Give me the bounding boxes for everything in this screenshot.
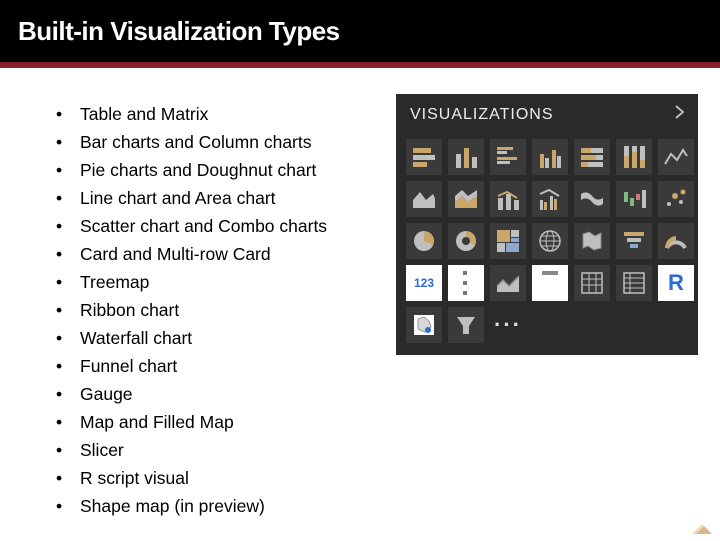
hundred-stacked-bar-icon[interactable] [574, 139, 610, 175]
list-item: Shape map (in preview) [56, 492, 376, 520]
list-item: Bar charts and Column charts [56, 128, 376, 156]
list-item: Treemap [56, 268, 376, 296]
area-chart-icon[interactable] [406, 181, 442, 217]
title-bar: Built-in Visualization Types [0, 0, 720, 62]
viz-panel-title: VISUALIZATIONS [410, 106, 554, 124]
list-item: Gauge [56, 380, 376, 408]
line-chart-icon[interactable] [658, 139, 694, 175]
list-item: Table and Matrix [56, 100, 376, 128]
clustered-column-icon[interactable] [532, 139, 568, 175]
list-item: Scatter chart and Combo charts [56, 212, 376, 240]
list-item: Map and Filled Map [56, 408, 376, 436]
funnel-icon[interactable] [616, 223, 652, 259]
slide-title: Built-in Visualization Types [18, 16, 340, 47]
chevron-right-icon[interactable] [674, 104, 686, 125]
list-item: Card and Multi-row Card [56, 240, 376, 268]
r-script-icon[interactable]: R [658, 265, 694, 301]
treemap-icon[interactable] [490, 223, 526, 259]
gauge-icon[interactable] [658, 223, 694, 259]
viz-icon-grid: 123 R [396, 133, 698, 355]
shape-map-icon[interactable] [406, 307, 442, 343]
matrix-icon[interactable] [616, 265, 652, 301]
visualizations-panel: VISUALIZATIONS [396, 94, 698, 355]
pie-chart-icon[interactable] [406, 223, 442, 259]
multi-row-card-icon[interactable] [448, 265, 484, 301]
scatter-icon[interactable] [658, 181, 694, 217]
list-item: Slicer [56, 436, 376, 464]
viz-panel-header[interactable]: VISUALIZATIONS [396, 94, 698, 133]
ribbon-chart-icon[interactable] [574, 181, 610, 217]
bullet-list: Table and Matrix Bar charts and Column c… [56, 100, 376, 520]
more-visuals-button[interactable]: ··· [490, 307, 526, 343]
stacked-bar-icon[interactable] [406, 139, 442, 175]
stacked-area-icon[interactable] [448, 181, 484, 217]
card-icon[interactable]: 123 [406, 265, 442, 301]
filled-map-icon[interactable] [574, 223, 610, 259]
slicer-icon[interactable] [532, 265, 568, 301]
list-item: Ribbon chart [56, 296, 376, 324]
clustered-bar-icon[interactable] [490, 139, 526, 175]
donut-chart-icon[interactable] [448, 223, 484, 259]
line-clustered-column-icon[interactable] [532, 181, 568, 217]
waterfall-icon[interactable] [616, 181, 652, 217]
map-icon[interactable] [532, 223, 568, 259]
funnel-filter-icon[interactable] [448, 307, 484, 343]
list-item: Pie charts and Doughnut chart [56, 156, 376, 184]
list-item: Line chart and Area chart [56, 184, 376, 212]
table-icon[interactable] [574, 265, 610, 301]
list-item: Waterfall chart [56, 324, 376, 352]
kpi-icon[interactable] [490, 265, 526, 301]
line-stacked-column-icon[interactable] [490, 181, 526, 217]
content-area: Table and Matrix Bar charts and Column c… [0, 68, 720, 540]
hundred-stacked-column-icon[interactable] [616, 139, 652, 175]
stacked-column-icon[interactable] [448, 139, 484, 175]
list-item: R script visual [56, 464, 376, 492]
list-item: Funnel chart [56, 352, 376, 380]
corner-logo-icon [690, 512, 714, 536]
